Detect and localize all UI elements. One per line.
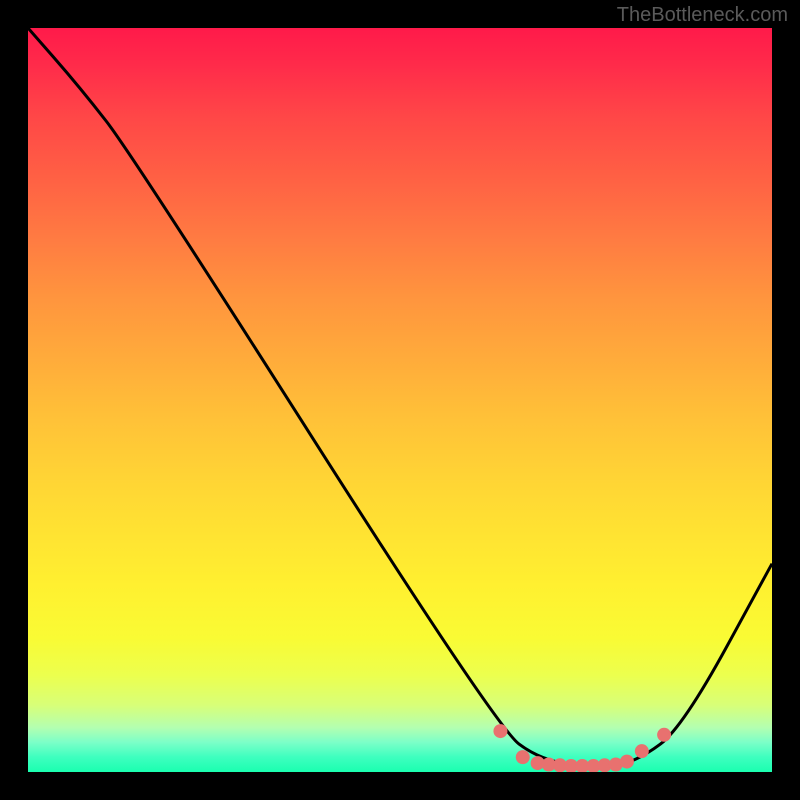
watermark-text: TheBottleneck.com: [617, 4, 788, 27]
data-dot: [516, 750, 530, 764]
data-dot: [635, 744, 649, 758]
data-dot: [620, 755, 634, 769]
chart-svg: [28, 28, 772, 772]
data-dot: [493, 724, 507, 738]
chart-plot-area: [28, 28, 772, 772]
curve-dots: [493, 724, 671, 772]
data-dot: [657, 728, 671, 742]
curve-line: [28, 28, 772, 766]
